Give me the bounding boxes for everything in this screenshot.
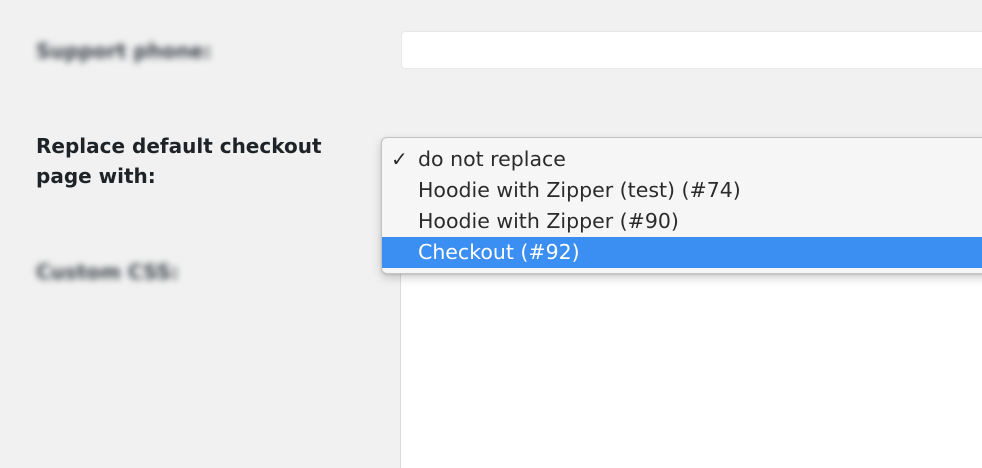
dropdown-option-checkout-92[interactable]: Checkout (#92) [382, 237, 982, 268]
checkmark-icon: ✓ [391, 147, 408, 171]
option-label: Hoodie with Zipper (#90) [418, 209, 679, 233]
dropdown-option-do-not-replace[interactable]: ✓ do not replace [382, 144, 982, 175]
custom-css-textarea[interactable] [400, 268, 982, 468]
dropdown-option-hoodie-test-74[interactable]: Hoodie with Zipper (test) (#74) [382, 175, 982, 206]
custom-css-label: Custom CSS: [36, 260, 179, 284]
support-phone-label: Support phone: [36, 39, 212, 63]
checkout-page-dropdown-menu[interactable]: ✓ do not replace Hoodie with Zipper (tes… [381, 137, 982, 274]
support-phone-input[interactable] [402, 32, 982, 68]
replace-checkout-label: Replace default checkout page with: [36, 134, 322, 188]
dropdown-option-hoodie-90[interactable]: Hoodie with Zipper (#90) [382, 206, 982, 237]
option-label: Hoodie with Zipper (test) (#74) [418, 178, 741, 202]
option-label: Checkout (#92) [418, 240, 580, 264]
option-label: do not replace [418, 147, 566, 171]
